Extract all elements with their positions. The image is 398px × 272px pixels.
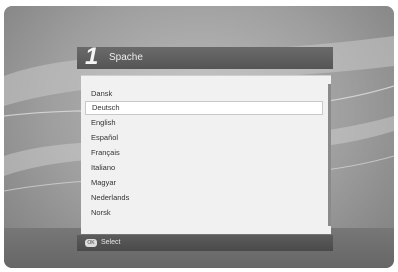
language-dialog: 1 Spache Dansk Deutsch English Español F… bbox=[77, 43, 333, 251]
screen: 1 Spache Dansk Deutsch English Español F… bbox=[0, 0, 398, 272]
ok-button-icon: OK bbox=[85, 239, 97, 247]
language-item-english[interactable]: English bbox=[85, 116, 323, 130]
language-list: Dansk Deutsch English Español Français I… bbox=[81, 75, 331, 234]
language-item-deutsch[interactable]: Deutsch bbox=[85, 101, 323, 115]
dialog-title-bar: 1 Spache bbox=[77, 43, 333, 70]
language-item-italiano[interactable]: Italiano bbox=[85, 161, 323, 175]
language-item-dansk[interactable]: Dansk bbox=[85, 87, 323, 101]
dialog-title: Spache bbox=[109, 52, 143, 63]
select-hint: Select bbox=[101, 239, 121, 246]
language-item-norsk[interactable]: Norsk bbox=[85, 206, 323, 220]
language-item-francais[interactable]: Français bbox=[85, 146, 323, 160]
language-item-magyar[interactable]: Magyar bbox=[85, 176, 323, 190]
dialog-footer: OK Select bbox=[77, 235, 333, 251]
tv-screen: 1 Spache Dansk Deutsch English Español F… bbox=[4, 6, 394, 268]
language-item-espanol[interactable]: Español bbox=[85, 131, 323, 145]
language-item-nederlands[interactable]: Nederlands bbox=[85, 191, 323, 205]
scrollbar-thumb[interactable] bbox=[328, 84, 331, 226]
step-number: 1 bbox=[85, 43, 99, 70]
